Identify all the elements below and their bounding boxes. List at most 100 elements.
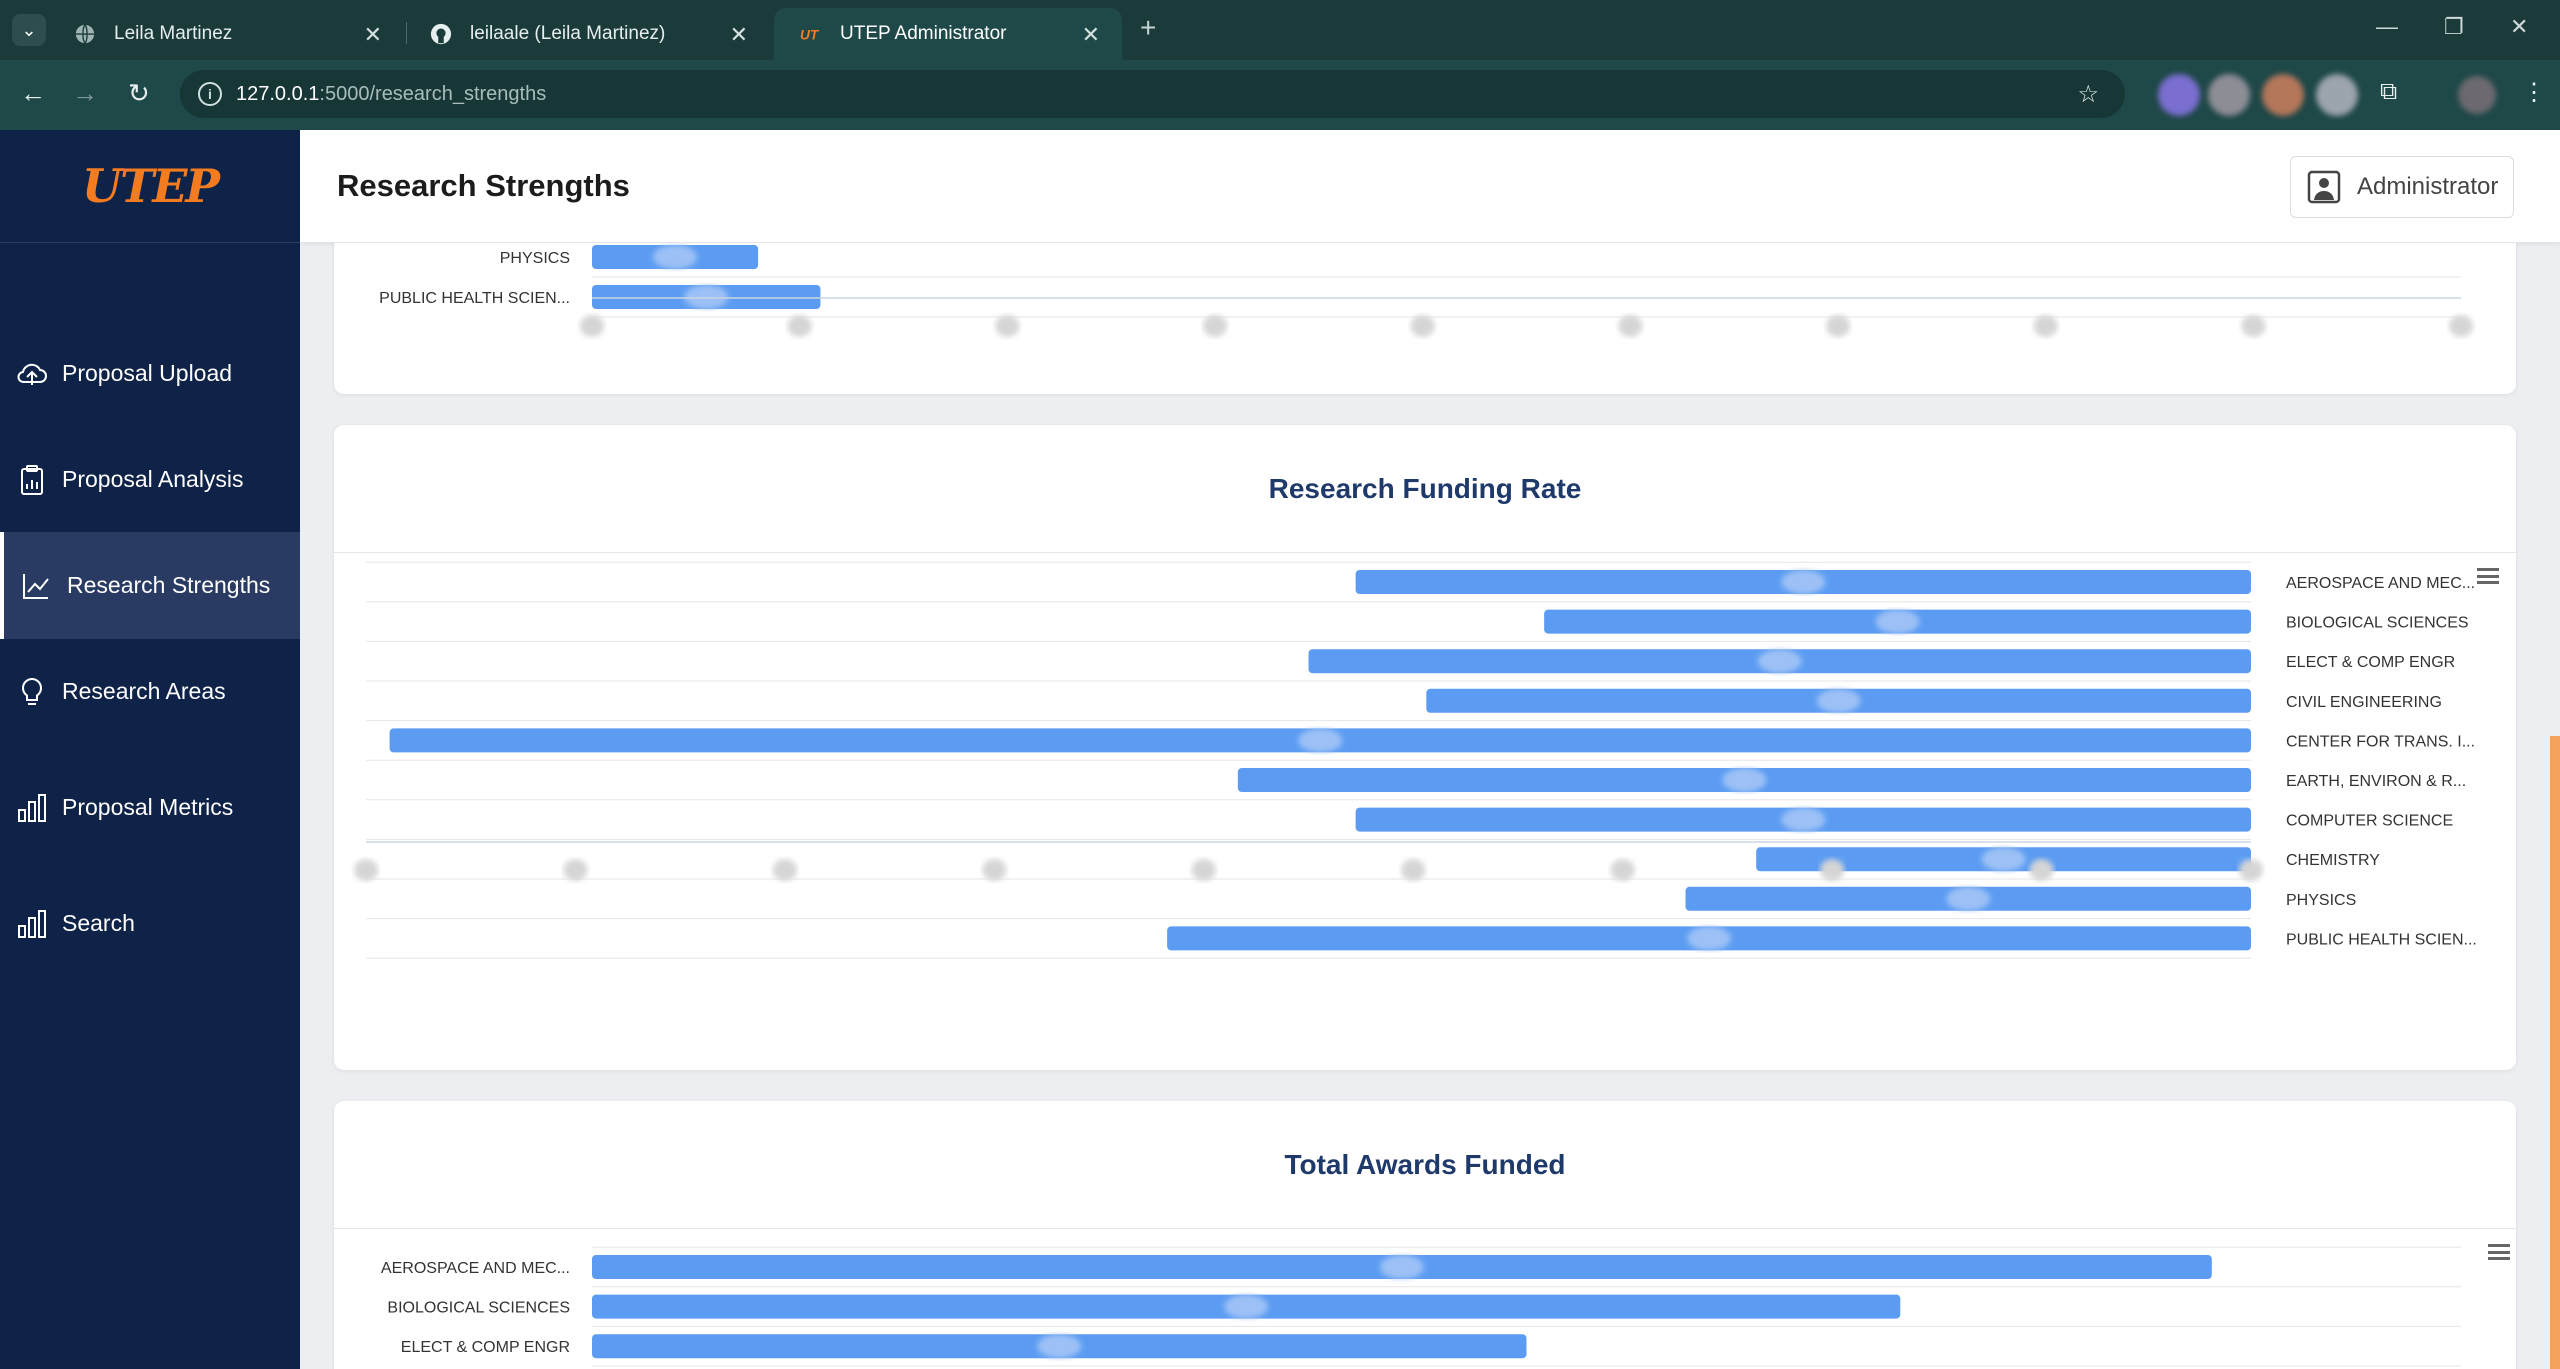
admin-account-button[interactable]: Administrator [2290,156,2514,218]
close-tab-icon[interactable]: ✕ [364,22,382,48]
category-label: BIOLOGICAL SCIENCES [387,1300,570,1317]
data-label-blurred [1379,1255,1424,1279]
chart-svg: AEROSPACE AND MEC... BIOLOGICAL SCIENCES E… [381,1246,2461,1367]
category-label: PUBLIC HEALTH SCIEN... [379,290,570,307]
page-scrollbar-thumb[interactable] [2550,736,2560,1369]
clipboard-chart-icon [21,465,43,495]
admin-label: Administrator [2357,173,2499,200]
browser-menu-icon[interactable]: ⋮ [2522,78,2546,107]
data-label-blurred [1722,768,1767,792]
chart-card-top: PHYSICS PUBLIC HEALTH SCIEN... [334,243,2516,394]
category-label: CIVIL ENGINEERING [2286,694,2442,711]
tab-label: UTEP Administrator [840,23,1007,44]
forward-icon[interactable]: → [72,78,98,109]
tick-label-blurred [787,315,812,337]
category-label: EARTH, ENVIRON & R... [2286,773,2466,790]
close-tab-icon[interactable]: ✕ [1082,22,1100,48]
sidebar: UTEP Proposal Upload Proposal Analysis R… [0,130,300,1369]
utep-logo[interactable]: UTEP [82,159,220,213]
category-label: AEROSPACE AND MEC... [381,1260,570,1277]
chart-menu-icon[interactable] [2488,1244,2510,1260]
browser-tab-utep[interactable]: UT UTEP Administrator ✕ [774,8,1122,60]
chart-card-total-awards: Total Awards Funded AEROSPACE AND MEC...… [334,1101,2516,1369]
address-bar[interactable]: i 127.0.0.1:5000/research_strengths ☆ [180,70,2125,118]
tick-label-blurred [1203,315,1227,337]
data-label-blurred [684,285,729,309]
category-label: AEROSPACE AND MEC... [2286,575,2475,592]
data-label-blurred [1037,1334,1082,1359]
bar-chart-icon [18,910,46,938]
sidebar-item-label: Proposal Upload [62,360,233,386]
line-chart-icon [23,574,49,599]
minimize-icon[interactable]: — [2376,14,2398,40]
tick-label-blurred [1618,315,1643,337]
tick-label-blurred [772,859,797,881]
tick-label-blurred [354,859,378,881]
new-tab-icon[interactable]: + [1140,12,1156,44]
category-label: PHYSICS [2286,892,2356,909]
card-divider [334,1228,2516,1229]
tick-label-blurred [2239,859,2263,881]
chart-card-funding-rate: Research Funding Rate AEROSPACE AND MEC.… [334,425,2516,1070]
profile-avatar[interactable] [2458,76,2496,114]
tick-label-blurred [2241,315,2266,337]
sidebar-item-label: Research Areas [62,678,226,704]
chart-svg: AEROSPACE AND MEC... BIOLOGICAL SCIENCES E… [354,561,2477,959]
category-label: CHEMISTRY [2286,852,2380,869]
url-path: :5000/research_strengths [319,82,547,105]
data-label-blurred [653,245,698,269]
tick-label-blurred [2449,315,2473,337]
chart-menu-icon[interactable] [2477,568,2499,584]
category-label: PHYSICS [500,250,570,267]
sidebar-item-proposal-analysis[interactable]: Proposal Analysis [0,426,300,533]
data-label-blurred [1781,807,1826,832]
extension-icon[interactable] [2158,74,2200,116]
data-label-blurred [1875,609,1920,634]
tick-label-blurred [995,315,1020,337]
extension-icon[interactable] [2208,74,2250,116]
bar-chart-icon [18,794,46,822]
reload-icon[interactable]: ↻ [128,78,150,109]
data-label-blurred [1298,728,1343,753]
tab-label: Leila Martinez [114,23,233,44]
svg-text:UT: UT [800,28,820,43]
sidebar-item-label: Search [62,910,135,936]
category-label: COMPUTER SCIENCE [2286,813,2453,830]
data-label-blurred [1946,886,1991,911]
sidebar-item-proposal-metrics[interactable]: Proposal Metrics [0,754,300,861]
sidebar-item-search[interactable]: Search [0,870,300,977]
extensions-puzzle-icon[interactable]: ⧉ [2380,78,2397,106]
tab-label: leilaale (Leila Martinez) [470,23,666,44]
chart-title: Total Awards Funded [1284,1149,1566,1180]
sidebar-item-label: Proposal Analysis [62,466,244,492]
tab-search-chevron-icon[interactable]: ⌄ [12,14,46,46]
data-label-blurred [1224,1294,1269,1319]
extension-icon[interactable] [2262,74,2304,116]
back-icon[interactable]: ← [20,78,46,109]
tick-label-blurred [580,315,604,337]
logo-area: UTEP [0,130,300,243]
tick-label-blurred [2033,315,2058,337]
site-info-icon[interactable]: i [198,82,222,106]
github-icon [430,23,452,45]
data-label-blurred [1687,926,1732,951]
bookmark-star-icon[interactable]: ☆ [2077,80,2099,109]
close-tab-icon[interactable]: ✕ [730,22,748,48]
browser-tab-strip: ⌄ Leila Martinez ✕ leilaale (Leila Marti… [0,0,2560,60]
tick-label-blurred [982,859,1007,881]
category-label: ELECT & COMP ENGR [2286,654,2455,671]
browser-tab-leila[interactable]: Leila Martinez ✕ [48,8,404,60]
sidebar-item-research-strengths[interactable]: Research Strengths [0,532,300,639]
browser-tab-github[interactable]: leilaale (Leila Martinez) ✕ [404,8,770,60]
sidebar-item-proposal-upload[interactable]: Proposal Upload [0,320,300,427]
tick-label-blurred [2029,859,2054,881]
url-host: 127.0.0.1 [236,82,320,105]
page-header: Research Strengths Administrator [300,130,2560,243]
user-account-icon [2307,170,2341,204]
restore-icon[interactable]: ❐ [2444,14,2464,40]
extension-icon[interactable] [2316,74,2358,116]
close-window-icon[interactable]: ✕ [2510,14,2528,40]
card-divider [334,552,2516,553]
sidebar-item-research-areas[interactable]: Research Areas [0,638,300,745]
main-content[interactable]: PHYSICS PUBLIC HEALTH SCIEN... Research F… [300,243,2560,1369]
